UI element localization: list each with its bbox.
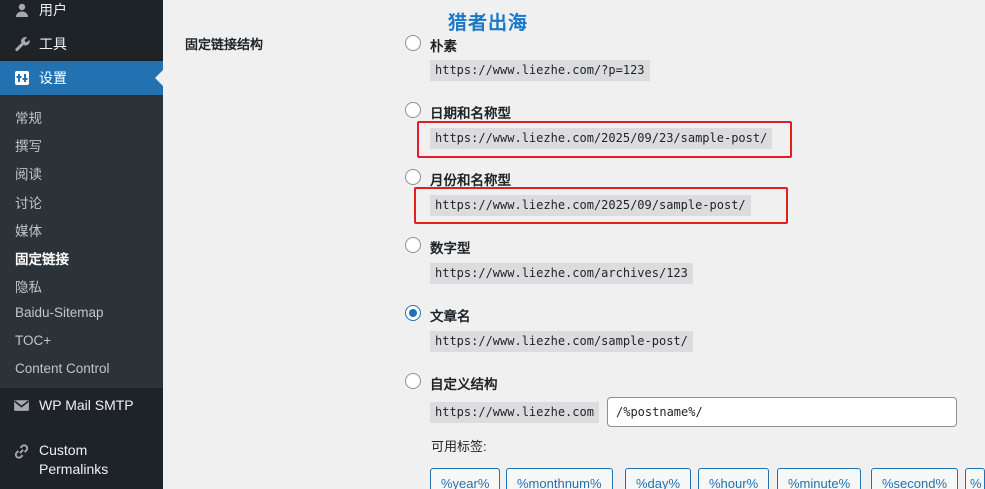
tag-more-button[interactable]: %	[965, 468, 985, 489]
option-numeric-label: 数字型	[430, 241, 471, 256]
menu-wp-mail-smtp[interactable]: WP Mail SMTP	[0, 397, 163, 415]
tag-minute-button[interactable]: %minute%	[777, 468, 862, 489]
submenu-privacy[interactable]: 隐私	[15, 276, 42, 296]
settings-icon	[13, 69, 31, 87]
menu-custom-permalinks[interactable]: Custom Permalinks	[0, 441, 163, 479]
submenu-discussion[interactable]: 讨论	[15, 192, 42, 212]
menu-custom-permalinks-line2: Permalinks	[39, 461, 109, 477]
submenu-permalinks[interactable]: 固定链接	[15, 248, 69, 268]
menu-custom-permalinks-text: Custom Permalinks	[39, 441, 108, 479]
highlight-box-day-name	[417, 121, 792, 158]
watermark-logo: 猎者出海	[448, 13, 529, 34]
radio-plain[interactable]	[405, 35, 421, 51]
permalink-settings-panel: 猎者出海 固定链接结构 朴素 https://www.liezhe.com/?p…	[163, 0, 985, 489]
option-plain-label: 朴素	[430, 39, 457, 54]
submenu-general[interactable]: 常规	[15, 107, 42, 127]
menu-users-label: 用户	[39, 2, 67, 18]
option-plain-url: https://www.liezhe.com/?p=123	[430, 60, 650, 81]
option-month-name-label: 月份和名称型	[430, 173, 511, 188]
submenu-baidu-sitemap[interactable]: Baidu-Sitemap	[15, 305, 104, 320]
submenu-writing[interactable]: 撰写	[15, 135, 42, 155]
menu-wp-mail-smtp-label: WP Mail SMTP	[39, 397, 134, 413]
available-tags-label: 可用标签:	[431, 439, 487, 454]
admin-sidebar: 用户 工具 设置 常规 撰写 阅读 讨论 媒体 固定链接 隐私 Baidu-Si…	[0, 0, 163, 489]
user-icon	[13, 1, 31, 19]
menu-settings-label: 设置	[39, 70, 67, 86]
radio-day-name[interactable]	[405, 102, 421, 118]
option-day-name-label: 日期和名称型	[430, 106, 511, 121]
option-custom-base-url: https://www.liezhe.com	[430, 402, 599, 423]
option-post-name-url: https://www.liezhe.com/sample-post/	[430, 331, 693, 352]
wrench-icon	[13, 35, 31, 53]
menu-settings[interactable]: 设置	[0, 61, 163, 95]
submenu-toc[interactable]: TOC+	[15, 333, 51, 348]
menu-custom-permalinks-line1: Custom	[39, 442, 88, 458]
tag-day-button[interactable]: %day%	[625, 468, 692, 489]
mail-icon	[13, 397, 31, 415]
radio-numeric[interactable]	[405, 237, 421, 253]
tag-second-button[interactable]: %second%	[871, 468, 959, 489]
permalink-structure-label: 固定链接结构	[185, 37, 264, 52]
radio-custom-structure[interactable]	[405, 373, 421, 389]
tag-monthnum-button[interactable]: %monthnum%	[506, 468, 613, 489]
menu-tools[interactable]: 工具	[0, 27, 163, 61]
radio-month-name[interactable]	[405, 169, 421, 185]
highlight-box-month-name	[414, 187, 788, 224]
submenu-content-control[interactable]: Content Control	[15, 361, 110, 376]
radio-post-name[interactable]	[405, 305, 421, 321]
tag-hour-button[interactable]: %hour%	[698, 468, 770, 489]
submenu-reading[interactable]: 阅读	[15, 163, 42, 183]
tag-year-button[interactable]: %year%	[430, 468, 501, 489]
link-icon	[13, 443, 31, 461]
option-post-name-label: 文章名	[430, 309, 471, 324]
settings-submenu: 常规 撰写 阅读 讨论 媒体 固定链接 隐私 Baidu-Sitemap TOC…	[0, 95, 163, 388]
option-numeric-url: https://www.liezhe.com/archives/123	[430, 263, 693, 284]
submenu-media[interactable]: 媒体	[15, 220, 42, 240]
custom-structure-input[interactable]	[607, 397, 957, 427]
menu-tools-label: 工具	[39, 36, 67, 52]
option-custom-structure-label: 自定义结构	[430, 377, 498, 392]
menu-users[interactable]: 用户	[0, 0, 163, 27]
